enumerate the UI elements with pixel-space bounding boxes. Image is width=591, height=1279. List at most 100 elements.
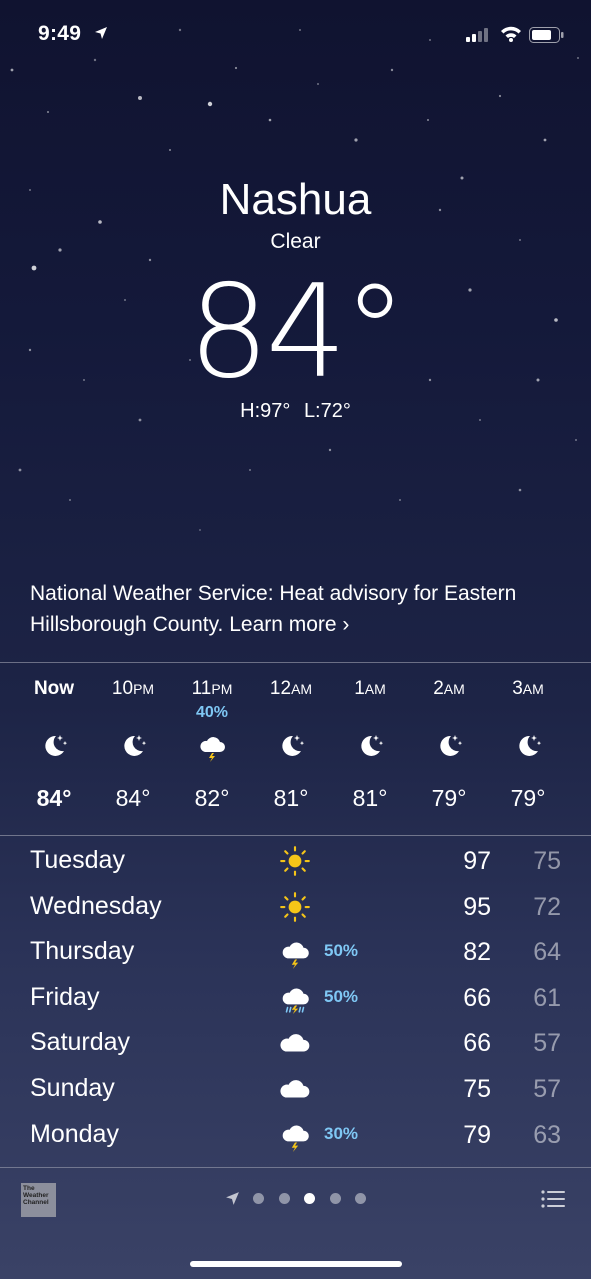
daily-row: Saturday 66 57 [0,1020,591,1065]
sun-icon [278,890,312,924]
thunderstorm-icon [278,935,312,970]
hour-number: 2 [433,678,444,699]
moon-stars-icon [433,730,465,762]
day-low: 72 [533,892,561,921]
day-high: 82 [463,938,491,967]
day-high: 66 [463,983,491,1012]
day-name: Friday [30,982,100,1011]
divider [0,1167,591,1168]
home-indicator[interactable] [190,1261,402,1267]
day-high: 75 [463,1075,491,1103]
cloud-icon [278,1026,312,1060]
day-low: 57 [533,1029,561,1058]
hour-label: 10PM [98,678,168,700]
moon-stars-icon [275,730,307,762]
divider [0,835,591,836]
page-dot[interactable] [329,1193,341,1204]
daily-row: Thursday 50% 82 64 [0,929,591,974]
moon-stars-icon [117,730,149,762]
hour-label: 4AM [572,678,591,700]
hour-meridiem: AM [522,681,544,697]
daily-row: Tuesday 97 75 [0,838,591,883]
hour-meridiem: PM [211,681,233,697]
page-dot[interactable] [355,1193,366,1204]
hour-temperature: 84° [115,785,151,811]
page-dot[interactable] [253,1193,264,1204]
hour-temperature: 82° [194,785,230,811]
location-arrow-icon [226,1192,239,1205]
day-high: 79 [463,1120,491,1149]
location-arrow-icon [95,27,107,39]
hour-number: Now [33,678,75,699]
hour-number: 3 [512,678,523,699]
page-dot[interactable] [278,1193,290,1204]
status-time: 9:49 [38,22,82,45]
moon-stars-icon [354,730,386,762]
current-temperature: 84° [188,258,407,407]
wifi-icon [501,26,521,42]
hour-temperature: 81° [273,785,309,811]
daily-row: Friday 50% 66 61 [0,975,591,1020]
hour-label: 12AM [256,678,326,700]
hour-number: 10 [111,678,134,699]
hour-label: Now [19,678,89,700]
hour-number: 1 [354,678,365,699]
low-temperature: L:72° [303,400,351,422]
daily-row: Sunday 75 57 [0,1066,591,1111]
weather-advisory-link[interactable]: National Weather Service: Heat advisory … [30,578,570,640]
hour-label: 11PM [177,678,247,700]
hour-meridiem: AM [364,681,386,697]
thunder-rain-icon [278,981,312,1015]
high-temperature: H:97° [240,400,291,422]
hour-temperature: 81° [352,785,388,811]
thunderstorm-icon [278,1118,312,1152]
hour-meridiem: AM [443,681,465,697]
day-low: 61 [533,983,561,1012]
hour-meridiem: PM [133,681,155,697]
day-low: 64 [533,938,561,967]
hour-meridiem: AM [291,681,313,697]
high-low: H:97° L:72° [0,400,591,423]
precip-chance: 50% [324,986,359,1006]
city-name: Nashua [219,175,372,224]
precip-chance: 30% [324,1123,359,1143]
day-low: 75 [533,847,561,875]
hour-temperature: 79° [431,785,467,811]
cloud-icon [278,1072,312,1106]
hour-label: 3AM [493,678,563,700]
page-dot[interactable] [304,1193,315,1204]
hour-number: 12 [269,678,292,699]
battery-icon [529,27,564,43]
day-name: Monday [30,1119,119,1148]
moon-stars-icon [512,730,544,762]
precip-chance: 50% [324,941,359,961]
moon-stars-icon [38,730,70,762]
precip-chance: 40% [195,704,229,721]
day-high: 95 [463,892,491,921]
day-low: 63 [533,1120,561,1149]
day-name: Tuesday [30,846,125,874]
day-name: Sunday [30,1074,115,1102]
hour-label: 2AM [414,678,484,700]
day-name: Wednesday [30,891,162,920]
hourly-forecast-scroller[interactable]: Now 84° 10PM 84° 11PM 40% 82° 12AM 81° 1AM 81° 2AM 7… [0,664,591,834]
current-condition: Clear [270,230,321,253]
hour-number: 11 [191,678,212,699]
city-list-icon[interactable] [541,1189,565,1209]
daily-row: Monday 30% 79 63 [0,1112,591,1157]
hour-label: 1AM [335,678,405,700]
day-low: 57 [533,1075,561,1103]
divider [0,662,591,663]
daily-row: Wednesday 95 72 [0,884,591,929]
hour-temperature: 7 [572,785,591,812]
day-name: Thursday [30,937,135,966]
day-high: 66 [463,1029,491,1058]
weather-channel-logo[interactable]: The Weather Channel [21,1183,56,1217]
cellular-signal-icon [466,28,488,42]
day-name: Saturday [30,1028,131,1057]
hour-temperature: 84° [36,785,72,811]
day-high: 97 [463,847,491,875]
hour-temperature: 79° [510,785,546,811]
status-bar: 9:49 [0,22,591,52]
thunderstorm-icon [196,730,228,762]
